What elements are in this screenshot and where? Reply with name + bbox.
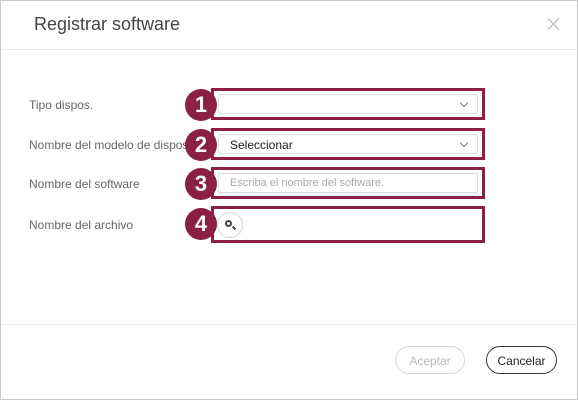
device-type-select[interactable] (218, 94, 478, 114)
cancel-button[interactable]: Cancelar (486, 346, 557, 374)
software-name-label: Nombre del software (29, 177, 140, 191)
model-name-select[interactable]: Seleccionar (218, 134, 478, 154)
step-badge-1: 1 (185, 89, 217, 121)
device-type-label: Tipo dispos. (29, 98, 94, 112)
software-name-highlight (211, 167, 485, 199)
file-name-highlight (211, 206, 485, 243)
chevron-down-icon (459, 138, 469, 148)
model-name-value: Seleccionar (230, 138, 293, 152)
accept-button[interactable]: Aceptar (395, 346, 465, 374)
file-browse-button[interactable] (217, 212, 243, 238)
register-software-dialog: Registrar software Tipo dispos. 1 Nombre… (0, 0, 578, 400)
dialog-footer (1, 324, 577, 325)
file-name-label: Nombre del archivo (29, 218, 134, 232)
chevron-down-icon (459, 98, 469, 108)
search-icon (225, 220, 232, 227)
step-badge-4: 4 (185, 208, 217, 240)
step-badge-3: 3 (185, 168, 217, 200)
dialog-title: Registrar software (34, 14, 181, 34)
device-type-highlight (211, 88, 485, 120)
file-field (217, 212, 478, 238)
model-name-highlight: Seleccionar (211, 128, 485, 160)
step-badge-2: 2 (185, 129, 217, 161)
software-name-input[interactable] (218, 173, 478, 193)
close-icon[interactable] (545, 15, 563, 33)
dialog-header: Registrar software (1, 1, 577, 50)
model-name-label: Nombre del modelo de dispos (29, 138, 189, 152)
